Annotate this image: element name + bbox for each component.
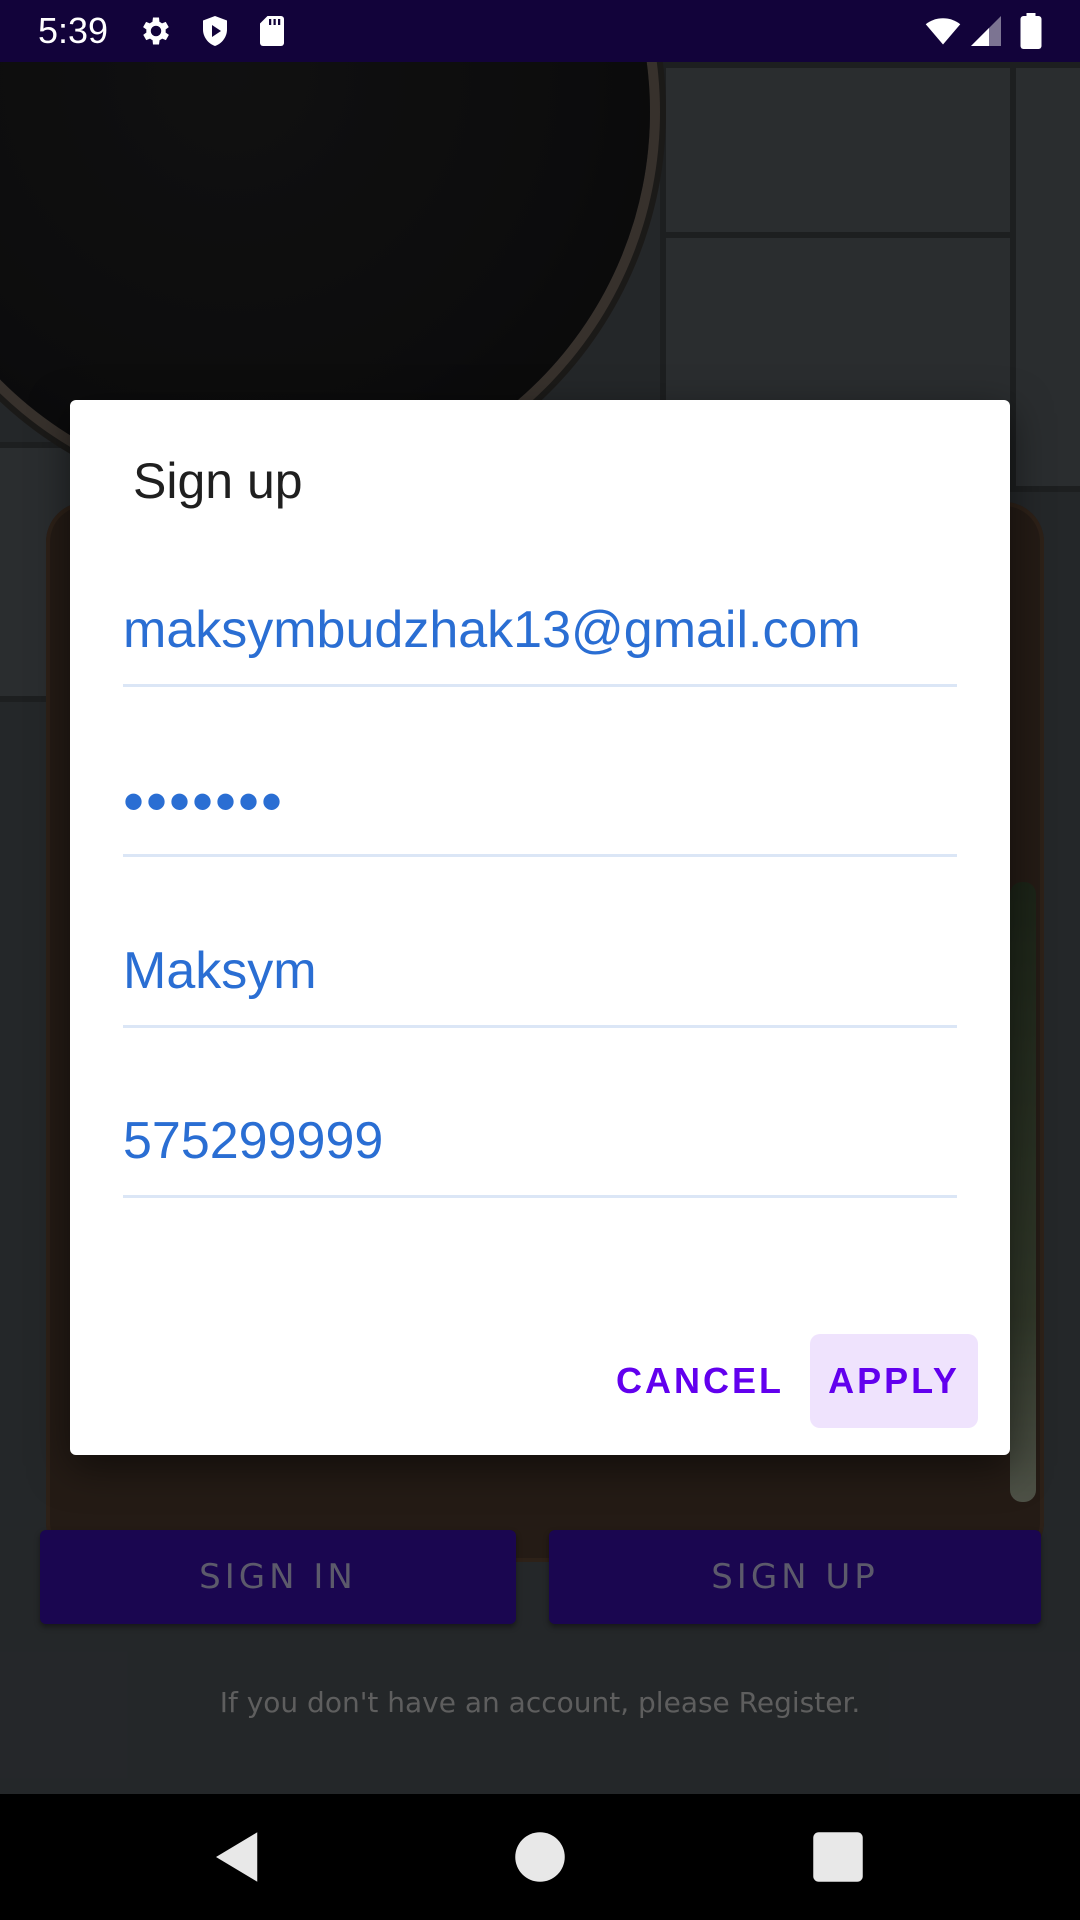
status-bar: 5:39 bbox=[0, 0, 1080, 62]
phone-value: 575299999 bbox=[123, 1112, 384, 1170]
dialog-title: Sign up bbox=[133, 453, 303, 509]
screen: 5:39 SIGN IN SIGN UP If you don't have a… bbox=[0, 0, 1080, 1920]
email-value: maksymbudzhak13@gmail.com bbox=[123, 601, 861, 659]
register-hint: If you don't have an account, please Reg… bbox=[219, 1686, 861, 1719]
gear-icon bbox=[138, 13, 174, 49]
phone-field[interactable]: 575299999 bbox=[123, 1095, 957, 1198]
sign-up-dialog: Sign up maksymbudzhak13@gmail.com ••••••… bbox=[70, 400, 1010, 1455]
name-value: Maksym bbox=[123, 942, 317, 1000]
email-field[interactable]: maksymbudzhak13@gmail.com bbox=[123, 584, 957, 687]
home-icon[interactable] bbox=[507, 1824, 573, 1890]
sign-in-button: SIGN IN bbox=[40, 1530, 516, 1624]
cell-signal-icon bbox=[968, 13, 1004, 49]
password-value: ••••••• bbox=[123, 768, 285, 835]
back-icon[interactable] bbox=[205, 1824, 271, 1890]
password-field[interactable]: ••••••• bbox=[123, 754, 957, 857]
name-field[interactable]: Maksym bbox=[123, 925, 957, 1028]
status-time: 5:39 bbox=[38, 10, 109, 51]
battery-icon bbox=[1018, 13, 1044, 49]
cancel-button[interactable]: CANCEL bbox=[615, 1334, 785, 1428]
sd-card-icon bbox=[254, 13, 290, 49]
navigation-bar bbox=[0, 1794, 1080, 1920]
sign-up-button: SIGN UP bbox=[549, 1530, 1041, 1624]
shield-icon bbox=[197, 13, 233, 49]
wifi-icon bbox=[922, 13, 964, 49]
apply-button[interactable]: APPLY bbox=[810, 1334, 978, 1428]
recents-icon[interactable] bbox=[805, 1824, 871, 1890]
